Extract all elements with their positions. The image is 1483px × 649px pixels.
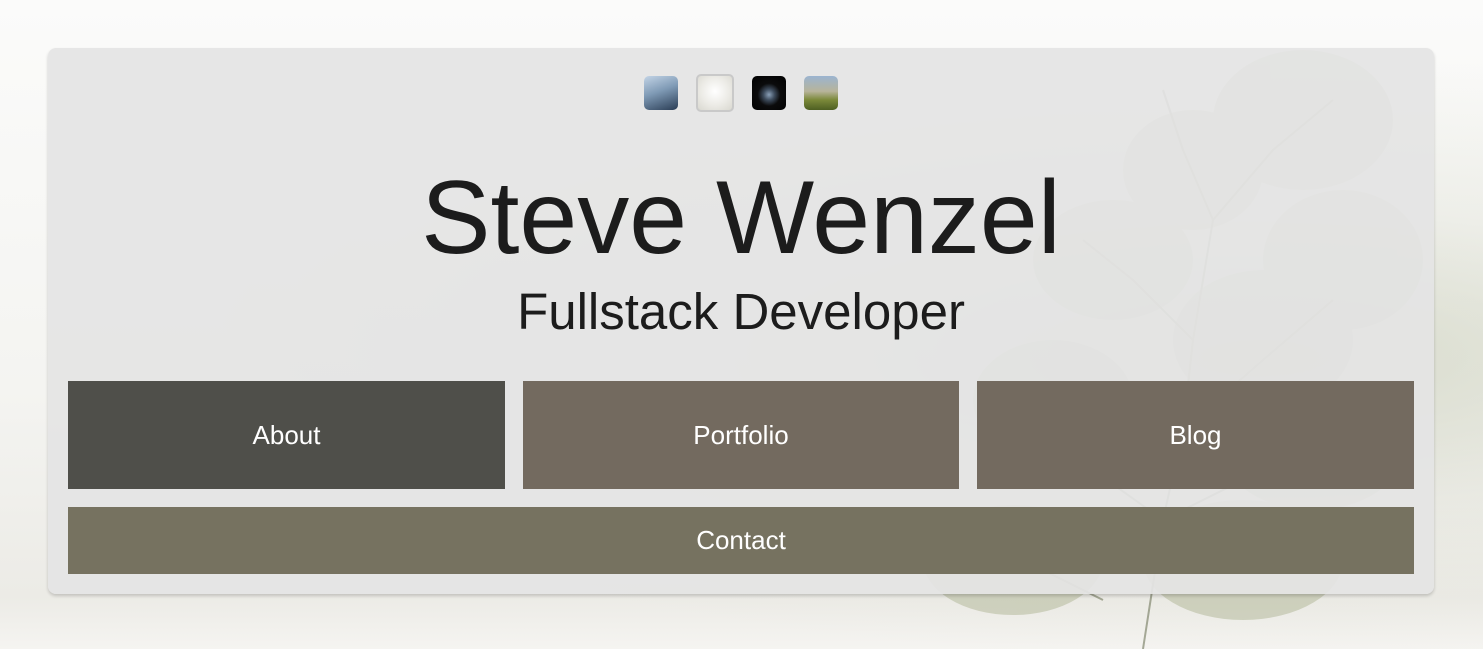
white-fog-theme-button[interactable] bbox=[696, 74, 734, 112]
page-subtitle: Fullstack Developer bbox=[517, 283, 965, 340]
blue-sky-theme-button[interactable] bbox=[644, 76, 678, 110]
page-title: Steve Wenzel bbox=[421, 160, 1061, 276]
portfolio-button-label: Portfolio bbox=[693, 419, 789, 450]
blog-button[interactable]: Blog bbox=[977, 381, 1414, 489]
theme-switcher bbox=[48, 74, 1434, 112]
contact-button[interactable]: Contact bbox=[68, 507, 1414, 574]
portfolio-button[interactable]: Portfolio bbox=[523, 381, 959, 489]
blog-button-label: Blog bbox=[1169, 419, 1222, 450]
dark-space-theme-button[interactable] bbox=[752, 76, 786, 110]
profile-card: Steve Wenzel Fullstack Developer About P… bbox=[48, 48, 1434, 594]
about-button[interactable]: About bbox=[68, 381, 505, 489]
contact-button-label: Contact bbox=[696, 525, 786, 555]
about-button-label: About bbox=[252, 419, 321, 450]
green-landscape-theme-button[interactable] bbox=[804, 76, 838, 110]
